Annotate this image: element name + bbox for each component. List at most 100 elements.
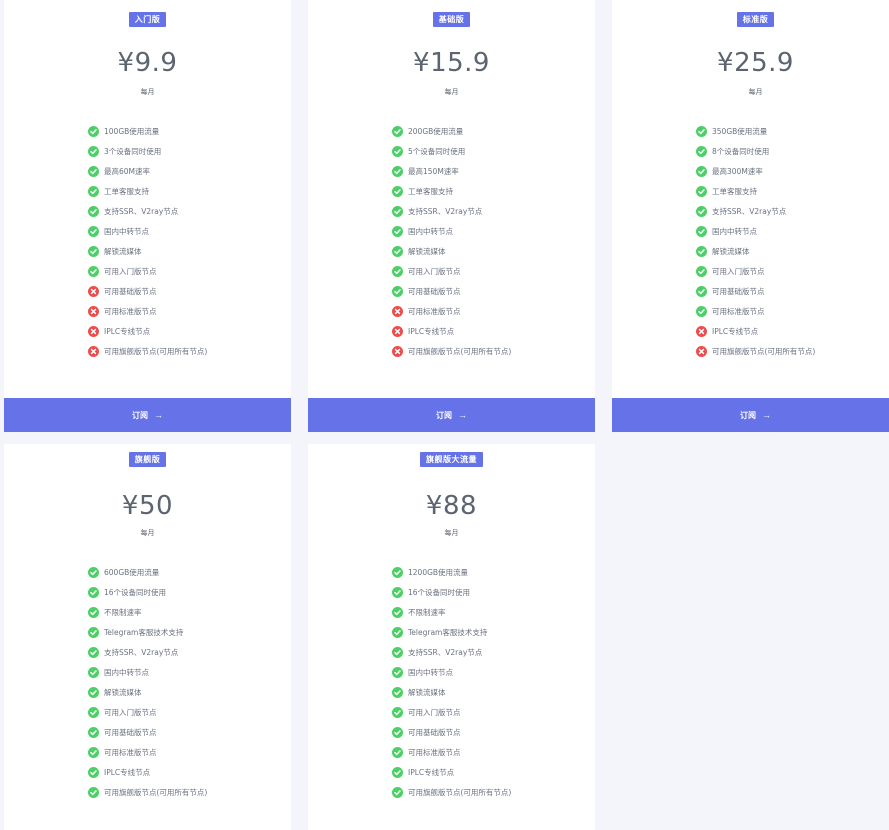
check-circle-icon (88, 125, 99, 137)
feature-item: 支持SSR、V2ray节点 (392, 642, 511, 662)
feature-list: 350GB使用流量 8个设备同时使用 最高300M速率 工单客服支持支持SSR、V2r… (696, 121, 815, 361)
feature-text: 最高300M速率 (712, 166, 763, 176)
feature-item: 5个设备同时使用 (392, 141, 511, 161)
check-circle-icon (392, 265, 403, 277)
feature-item: 可用旗舰版节点(可用所有节点) (696, 341, 815, 361)
feature-item: IPLC专线节点 (696, 321, 815, 341)
feature-item: 1200GB使用流量 (392, 562, 511, 582)
feature-list: 100GB使用流量 3个设备同时使用 最高60M速率 工单客服支持 支持SSR、V2ra… (88, 121, 207, 361)
check-circle-icon (392, 726, 403, 738)
check-circle-icon (392, 686, 403, 698)
check-circle-icon (88, 746, 99, 758)
check-circle-icon (392, 786, 403, 798)
cross-circle-icon (696, 325, 707, 337)
feature-text: 最高150M速率 (408, 166, 459, 176)
plan-period: 每月 (748, 88, 763, 96)
feature-text: 可用旗舰版节点(可用所有节点) (104, 787, 208, 797)
feature-item: 不限制速率 (88, 602, 207, 622)
feature-text: 可用入门版节点 (104, 707, 157, 717)
feature-item: 200GB使用流量 (392, 121, 511, 141)
feature-item: 可用旗舰版节点(可用所有节点) (392, 341, 511, 361)
feature-item: 支持SSR、V2ray节点 (696, 201, 815, 221)
check-circle-icon (392, 586, 403, 598)
check-circle-icon (392, 245, 403, 257)
check-circle-icon (696, 225, 707, 237)
subscribe-button[interactable]: 订阅 → (612, 398, 889, 432)
check-circle-icon (88, 626, 99, 638)
feature-item: 8个设备同时使用 (696, 141, 815, 161)
feature-item: 国内中转节点 (696, 221, 815, 241)
feature-text: Telegram客服技术支持 (104, 627, 184, 637)
plan-price: ¥50 (121, 491, 174, 521)
plan-price: ¥9.9 (117, 48, 178, 78)
feature-text: IPLC专线节点 (712, 326, 759, 336)
feature-text: 可用旗舰版节点(可用所有节点) (712, 346, 816, 356)
arrow-right-icon: → (762, 410, 771, 420)
subscribe-button[interactable]: 订阅 → (308, 398, 595, 432)
feature-text: 工单客服支持 (104, 186, 149, 196)
feature-text: 支持SSR、V2ray节点 (104, 206, 179, 216)
cross-circle-icon (392, 305, 403, 317)
feature-text: 工单客服支持 (712, 186, 757, 196)
cross-circle-icon (88, 345, 99, 357)
check-circle-icon (696, 165, 707, 177)
feature-item: 不限制速率 (392, 602, 511, 622)
check-circle-icon (392, 626, 403, 638)
feature-item: 工单客服支持 (88, 181, 207, 201)
feature-item: 可用入门版节点 (392, 261, 511, 281)
feature-item: 可用标准版节点 (88, 742, 207, 762)
feature-text: 不限制速率 (408, 607, 446, 617)
check-circle-icon (88, 726, 99, 738)
feature-text: 可用入门版节点 (408, 266, 461, 276)
feature-item: 解锁流媒体 (392, 682, 511, 702)
feature-item: 350GB使用流量 (696, 121, 815, 141)
plan-card-flagship-large: 旗舰版大流量 ¥88 每月 1200GB使用流量 16个设备同时使用 不限制速率 Te… (308, 444, 595, 830)
plan-period: 每月 (444, 88, 459, 96)
feature-text: 600GB使用流量 (104, 567, 160, 577)
feature-item: 解锁流媒体 (392, 241, 511, 261)
feature-text: 可用入门版节点 (712, 266, 765, 276)
check-circle-icon (88, 586, 99, 598)
feature-item: 国内中转节点 (88, 662, 207, 682)
feature-item: 最高60M速率 (88, 161, 207, 181)
plan-card-flagship: 旗舰版 ¥50 每月 600GB使用流量 16个设备同时使用 不限制速率 Telegr… (4, 444, 291, 830)
pricing-page: 入门版 ¥9.9 每月 100GB使用流量 3个设备同时使用 最高60M速率 工单客服… (0, 0, 889, 830)
cross-circle-icon (88, 325, 99, 337)
feature-item: 可用标准版节点 (392, 742, 511, 762)
feature-text: 解锁流媒体 (408, 687, 446, 697)
check-circle-icon (88, 185, 99, 197)
plan-badge: 入门版 (128, 12, 167, 27)
feature-item: 支持SSR、V2ray节点 (88, 201, 207, 221)
feature-item: 可用旗舰版节点(可用所有节点) (392, 782, 511, 802)
feature-text: 解锁流媒体 (712, 246, 750, 256)
feature-text: 国内中转节点 (408, 667, 453, 677)
cross-circle-icon (392, 345, 403, 357)
subscribe-button[interactable]: 订阅 → (4, 398, 291, 432)
check-circle-icon (88, 245, 99, 257)
check-circle-icon (696, 145, 707, 157)
feature-text: 可用入门版节点 (104, 266, 157, 276)
check-circle-icon (696, 305, 707, 317)
feature-item: 可用入门版节点 (392, 702, 511, 722)
plan-card-standard: 标准版 ¥25.9 每月 350GB使用流量 8个设备同时使用 最高300M速率 工单… (612, 0, 889, 432)
check-circle-icon (88, 766, 99, 778)
plan-price: ¥15.9 (413, 48, 490, 78)
feature-list: 600GB使用流量 16个设备同时使用 不限制速率 Telegram客服技术支持 支持S… (88, 562, 207, 802)
check-circle-icon (392, 145, 403, 157)
feature-text: IPLC专线节点 (104, 326, 151, 336)
feature-item: IPLC专线节点 (88, 762, 207, 782)
check-circle-icon (392, 185, 403, 197)
check-circle-icon (392, 566, 403, 578)
check-circle-icon (88, 225, 99, 237)
check-circle-icon (88, 606, 99, 618)
feature-text: 可用旗舰版节点(可用所有节点) (408, 346, 512, 356)
arrow-right-icon: → (458, 410, 467, 420)
check-circle-icon (88, 165, 99, 177)
feature-item: 工单客服支持 (696, 181, 815, 201)
feature-item: 解锁流媒体 (88, 682, 207, 702)
cross-circle-icon (88, 305, 99, 317)
feature-text: 8个设备同时使用 (712, 146, 770, 156)
feature-item: 工单客服支持 (392, 181, 511, 201)
feature-item: 可用旗舰版节点(可用所有节点) (88, 341, 207, 361)
plan-card-entry: 入门版 ¥9.9 每月 100GB使用流量 3个设备同时使用 最高60M速率 工单客服… (4, 0, 291, 432)
